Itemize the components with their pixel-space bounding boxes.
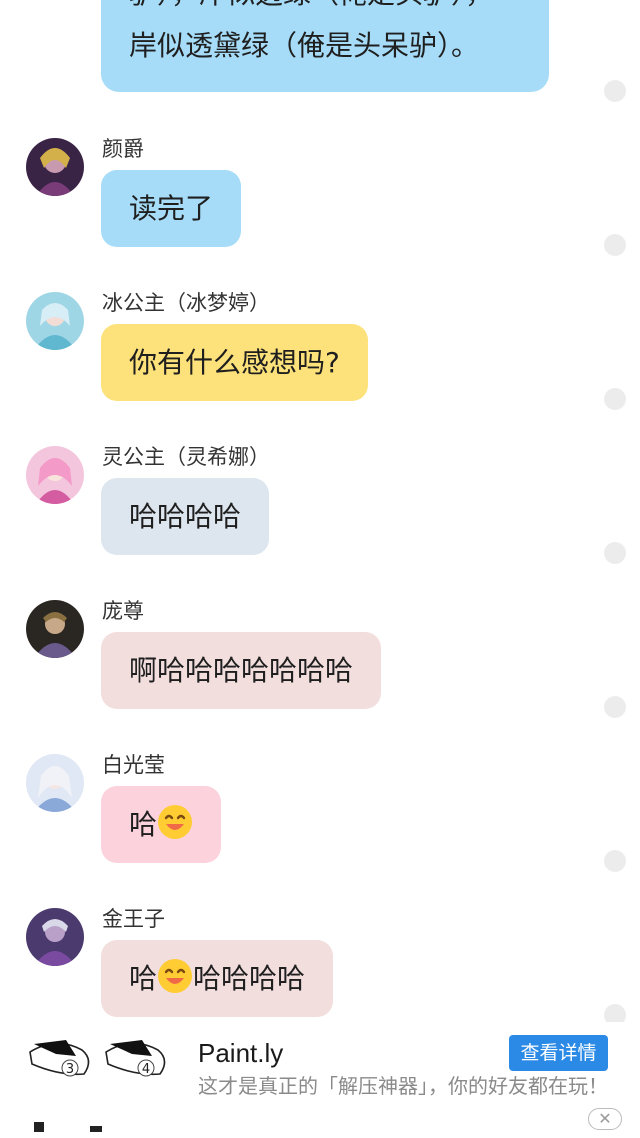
avatar[interactable] bbox=[26, 292, 84, 350]
message-bubble-partial[interactable]: 驴），岸似透绿（俺是头驴）， 岸似透黛绿（俺是头呆驴）。 bbox=[101, 0, 549, 92]
ad-title[interactable]: Paint.ly bbox=[198, 1038, 283, 1069]
avatar[interactable] bbox=[26, 446, 84, 504]
message-bubble[interactable]: 啊哈哈哈哈哈哈哈 bbox=[101, 632, 382, 709]
message-bubble[interactable]: 读完了 bbox=[101, 170, 242, 247]
message-bubble[interactable]: 哈哈哈哈哈 bbox=[101, 940, 334, 1017]
sender-name: 冰公主（冰梦婷） bbox=[102, 291, 270, 315]
thumb-number: 4 bbox=[142, 1062, 150, 1077]
avatar[interactable] bbox=[26, 600, 84, 658]
message-text: 哈 bbox=[129, 962, 158, 995]
read-status-dot bbox=[604, 850, 626, 872]
read-status-dot bbox=[604, 542, 626, 564]
avatar[interactable] bbox=[26, 754, 84, 812]
message-text: 哈哈哈哈 bbox=[193, 962, 306, 995]
avatar[interactable] bbox=[26, 138, 84, 196]
ad-banner[interactable]: 3 4 Paint.ly 查看详情 这才是真正的「解压神器」，你的好友都在玩！ … bbox=[0, 1022, 640, 1138]
message-text: 啊哈哈哈哈哈哈哈 bbox=[129, 654, 354, 687]
read-status-dot bbox=[604, 388, 626, 410]
message-bubble[interactable]: 你有什么感想吗? bbox=[101, 324, 368, 401]
grinning-face-emoji bbox=[158, 959, 193, 993]
sender-name: 庞尊 bbox=[102, 599, 144, 623]
view-details-button[interactable]: 查看详情 bbox=[509, 1035, 608, 1071]
message-text: 哈 bbox=[129, 808, 158, 841]
ad-thumbnail[interactable]: 3 4 bbox=[26, 1030, 176, 1086]
read-status-dot bbox=[604, 80, 626, 102]
read-status-dot bbox=[604, 696, 626, 718]
message-text: 哈哈哈哈 bbox=[129, 500, 242, 533]
ad-thumbnail-edge bbox=[34, 1122, 102, 1132]
avatar[interactable] bbox=[26, 908, 84, 966]
thumb-number: 3 bbox=[66, 1062, 74, 1077]
message-text-line: 驴），岸似透绿（俺是头驴）， bbox=[129, 0, 521, 20]
sender-name: 金王子 bbox=[102, 907, 165, 931]
message-text-line: 岸似透黛绿（俺是头呆驴）。 bbox=[129, 29, 480, 62]
chat-screen: 驴），岸似透绿（俺是头驴）， 岸似透黛绿（俺是头呆驴）。 颜爵 读完了 bbox=[0, 0, 640, 1138]
read-status-dot bbox=[604, 234, 626, 256]
message-text: 读完了 bbox=[129, 192, 214, 225]
grinning-face-emoji bbox=[158, 805, 193, 839]
sender-name: 灵公主（灵希娜） bbox=[102, 445, 270, 469]
message-bubble[interactable]: 哈 bbox=[101, 786, 222, 863]
message-text: 你有什么感想吗? bbox=[129, 346, 340, 379]
sender-name: 颜爵 bbox=[102, 137, 144, 161]
ad-description[interactable]: 这才是真正的「解压神器」，你的好友都在玩！ bbox=[198, 1072, 628, 1100]
sender-name: 白光莹 bbox=[102, 753, 165, 777]
message-bubble[interactable]: 哈哈哈哈 bbox=[101, 478, 270, 555]
close-icon[interactable]: ✕ bbox=[588, 1108, 622, 1130]
